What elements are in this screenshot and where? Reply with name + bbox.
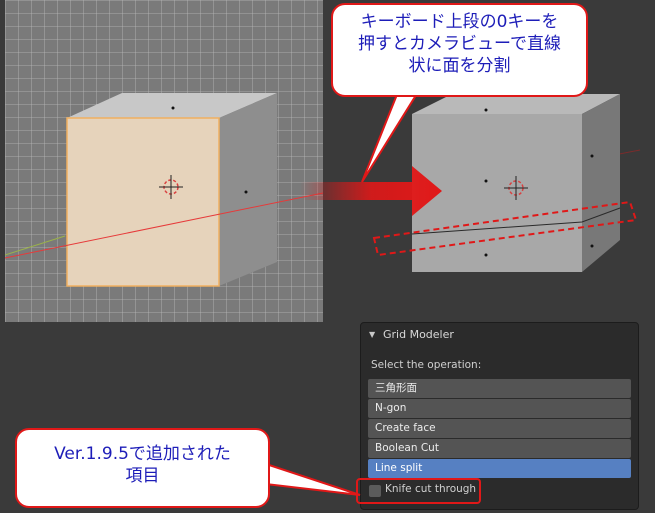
callout-top: キーボード上段の0キーを 押すとカメラビューで直線 状に面を分割 xyxy=(331,3,588,97)
highlight-checkbox xyxy=(356,478,481,504)
operation-prompt: Select the operation: xyxy=(371,359,482,371)
callout-top-line-3: 状に面を分割 xyxy=(408,56,511,76)
callout-top-line-1: キーボード上段の0キーを xyxy=(360,12,559,32)
disclosure-triangle-icon[interactable]: ▼ xyxy=(369,323,375,347)
operation-item-create-face[interactable]: Create face xyxy=(368,419,631,438)
callout-bottom-line-1: Ver.1.9.5で追加された xyxy=(54,444,231,464)
callout-bottom: Ver.1.9.5で追加された 項目 xyxy=(15,428,270,508)
callout-top-line-2: 押すとカメラビューで直線 xyxy=(358,34,561,54)
operation-item-ngon[interactable]: N-gon xyxy=(368,399,631,418)
cube-right-face xyxy=(219,93,277,286)
panel-header[interactable]: ▼ Grid Modeler xyxy=(361,323,638,347)
callout-bottom-line-2: 項目 xyxy=(125,466,160,486)
operation-item-triangle[interactable]: 三角形面 xyxy=(368,379,631,398)
operation-item-boolean-cut[interactable]: Boolean Cut xyxy=(368,439,631,458)
cube-right-face xyxy=(582,94,620,272)
left-viewport[interactable] xyxy=(5,0,323,322)
cube-front-face-selected xyxy=(66,117,220,287)
operation-item-line-split[interactable]: Line split xyxy=(368,459,631,478)
panel-title: Grid Modeler xyxy=(383,328,454,341)
callout-top-pointer xyxy=(361,92,420,183)
callout-bottom-pointer xyxy=(256,459,361,496)
operation-list: 三角形面 N-gon Create face Boolean Cut Line … xyxy=(368,379,631,479)
